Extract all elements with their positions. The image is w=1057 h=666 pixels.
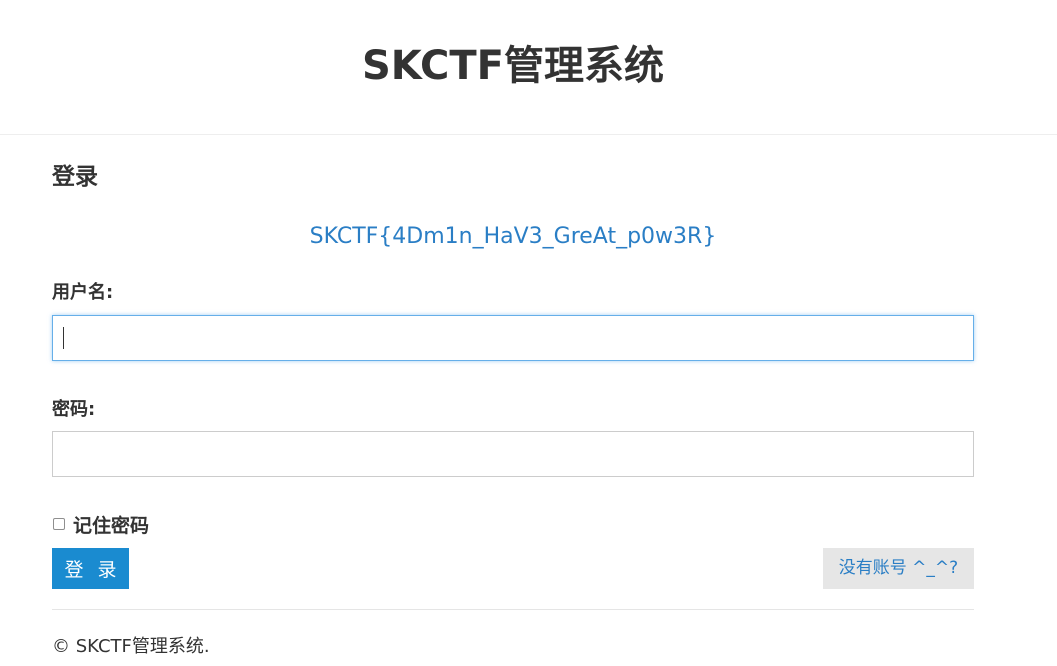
flag-text: SKCTF{4Dm1n_HaV3_GreAt_p0w3R} bbox=[309, 224, 717, 249]
footer-divider bbox=[52, 609, 974, 610]
login-section-title: 登录 bbox=[52, 164, 98, 190]
remember-password-label: 记住密码 bbox=[73, 515, 150, 537]
login-button[interactable]: 登 录 bbox=[52, 548, 129, 589]
password-label: 密码: bbox=[52, 399, 96, 420]
username-label: 用户名: bbox=[52, 282, 114, 303]
register-link-button[interactable]: 没有账号 ^_^? bbox=[823, 548, 974, 589]
remember-password-row[interactable]: 记住密码 bbox=[52, 513, 149, 539]
site-header: SKCTF管理系统 bbox=[0, 0, 1057, 135]
username-input[interactable] bbox=[52, 315, 974, 361]
site-title: SKCTF管理系统 bbox=[362, 43, 664, 89]
password-input[interactable] bbox=[52, 431, 974, 477]
footer-copyright: © SKCTF管理系统. bbox=[52, 636, 210, 657]
text-cursor bbox=[63, 327, 64, 349]
remember-password-checkbox[interactable] bbox=[53, 518, 65, 530]
